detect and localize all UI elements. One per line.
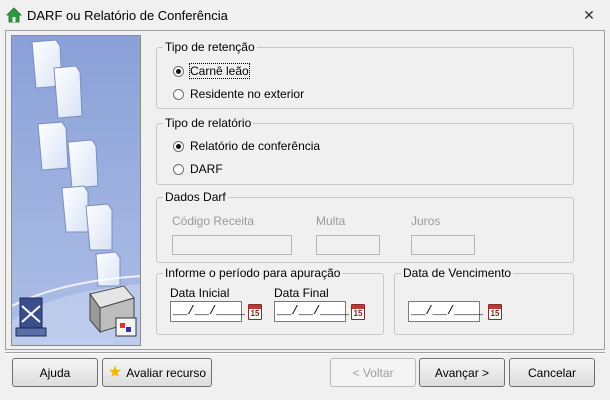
radio-darf-label: DARF xyxy=(190,162,223,176)
retention-type-legend: Tipo de retenção xyxy=(163,40,257,54)
codigo-receita-label: Código Receita xyxy=(172,214,255,228)
juros-label: Juros xyxy=(411,214,441,228)
radio-relatorio-conferencia-dot[interactable] xyxy=(173,140,184,152)
data-final-label: Data Final xyxy=(274,286,329,300)
help-button[interactable]: Ajuda xyxy=(12,358,98,387)
next-button[interactable]: Avançar > xyxy=(419,358,505,387)
rate-feature-label: Avaliar recurso xyxy=(126,365,207,380)
house-icon xyxy=(6,7,22,23)
window-title: DARF ou Relatório de Conferência xyxy=(27,8,228,23)
wizard-banner xyxy=(11,35,141,346)
back-button[interactable]: < Voltar xyxy=(330,358,416,387)
radio-carne-leao-label: Carnê leão xyxy=(189,63,250,79)
calendar-icon[interactable]: 15 xyxy=(488,304,502,320)
codigo-receita-input[interactable] xyxy=(172,235,292,255)
radio-darf-dot[interactable] xyxy=(173,163,184,175)
radio-relatorio-conferencia[interactable]: Relatório de conferência xyxy=(173,139,320,153)
report-type-legend: Tipo de relatório xyxy=(163,116,254,130)
radio-residente-exterior-dot[interactable] xyxy=(173,88,184,100)
due-date-legend: Data de Vencimento xyxy=(401,266,514,280)
calendar-icon[interactable]: 15 xyxy=(351,304,365,320)
data-vencimento-input[interactable]: __/__/____ xyxy=(408,301,483,322)
star-icon: ★ xyxy=(107,363,123,381)
documents-printer-illustration xyxy=(12,39,140,345)
darf-data-legend: Dados Darf xyxy=(163,190,228,204)
data-final-input[interactable]: __/__/____ xyxy=(274,301,349,322)
radio-residente-exterior-label: Residente no exterior xyxy=(190,87,305,101)
data-inicial-input[interactable]: __/__/____ xyxy=(170,301,245,322)
footer-separator xyxy=(5,352,605,354)
radio-residente-exterior[interactable]: Residente no exterior xyxy=(173,87,304,101)
rate-feature-button[interactable]: ★ Avaliar recurso xyxy=(102,358,212,387)
close-icon[interactable]: ✕ xyxy=(580,6,598,24)
radio-carne-leao-dot[interactable] xyxy=(173,65,184,77)
title-bar: DARF ou Relatório de Conferência ✕ xyxy=(0,0,610,30)
radio-relatorio-conferencia-label: Relatório de conferência xyxy=(190,139,321,153)
multa-label: Multa xyxy=(316,214,346,228)
multa-input[interactable] xyxy=(316,235,380,255)
period-legend: Informe o período para apuração xyxy=(163,266,343,280)
radio-carne-leao[interactable]: Carnê leão xyxy=(173,63,250,79)
juros-input[interactable] xyxy=(411,235,475,255)
cancel-button[interactable]: Cancelar xyxy=(509,358,595,387)
dialog-body: Tipo de retenção Carnê leão Residente no… xyxy=(5,30,605,350)
radio-darf[interactable]: DARF xyxy=(173,162,223,176)
data-inicial-label: Data Inicial xyxy=(170,286,230,300)
calendar-icon[interactable]: 15 xyxy=(248,304,262,320)
